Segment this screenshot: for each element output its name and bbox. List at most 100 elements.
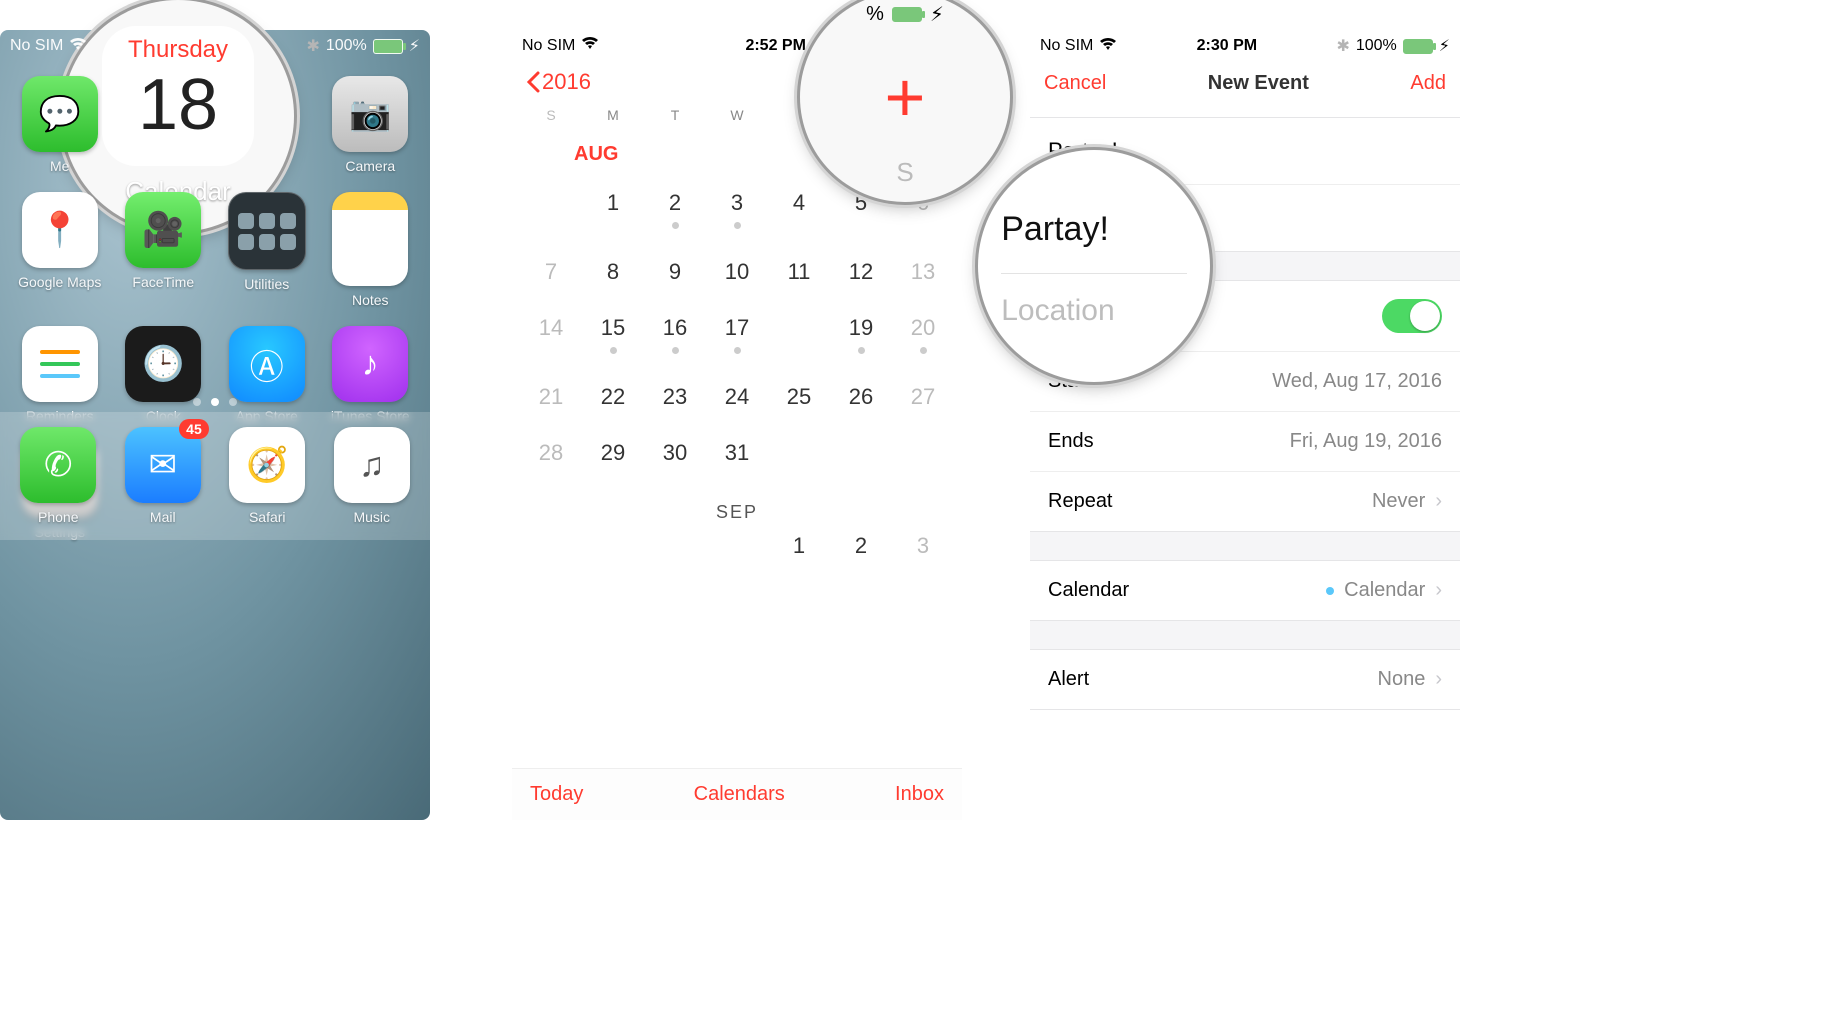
calendar-day xyxy=(768,440,830,466)
calendar-day[interactable]: 16 xyxy=(644,315,706,354)
inbox-button[interactable]: Inbox xyxy=(895,783,944,806)
alert-row[interactable]: AlertNone› xyxy=(1030,650,1460,709)
calendar-day xyxy=(830,440,892,466)
calendar-day xyxy=(892,440,954,466)
new-event-panel: No SIM 2:30 PM ✱100%⚡︎ Cancel New Event … xyxy=(1030,30,1460,820)
allday-toggle[interactable] xyxy=(1382,299,1442,333)
home-screen-panel: No SIM ✱ 100% ⚡︎ 💬Me 📷Camera 📍 xyxy=(0,30,430,820)
dock: ✆Phone ✉︎45Mail 🧭Safari ♫Music xyxy=(0,412,430,540)
calendar-day[interactable]: 19 xyxy=(830,315,892,354)
dow-label: M xyxy=(582,107,644,123)
calendar-day[interactable]: 26 xyxy=(830,384,892,410)
repeat-row[interactable]: RepeatNever› xyxy=(1030,471,1460,531)
phone-icon: ✆ xyxy=(20,427,96,503)
event-dot-icon xyxy=(734,222,741,229)
app-notes[interactable]: Notes xyxy=(325,192,417,308)
calendar-day[interactable]: 10 xyxy=(706,259,768,285)
folder-icon xyxy=(228,192,306,270)
calendar-day[interactable]: 1 xyxy=(768,533,830,559)
dock-mail[interactable]: ✉︎45Mail xyxy=(125,427,201,525)
battery-icon xyxy=(1403,39,1433,54)
dock-safari[interactable]: 🧭Safari xyxy=(229,427,305,525)
back-to-year-button[interactable]: 2016 xyxy=(526,69,591,95)
calendar-day xyxy=(520,533,582,559)
wifi-icon xyxy=(69,37,87,56)
notes-icon xyxy=(332,192,408,286)
calendar-day[interactable]: 27 xyxy=(892,384,954,410)
app-facetime[interactable]: 🎥FaceTime xyxy=(118,192,210,308)
calendar-day[interactable]: 3 xyxy=(706,190,768,229)
calendar-day[interactable]: 17 xyxy=(706,315,768,354)
calendar-day xyxy=(582,533,644,559)
calendar-day[interactable]: 25 xyxy=(768,384,830,410)
carrier-label: No SIM xyxy=(10,37,63,55)
calendar-day[interactable]: 7 xyxy=(520,259,582,285)
calendar-day[interactable]: 8 xyxy=(582,259,644,285)
add-button[interactable]: Add xyxy=(1410,72,1446,95)
event-dot-icon xyxy=(734,347,741,354)
event-dot-icon xyxy=(920,347,927,354)
calendar-day[interactable]: 15 xyxy=(582,315,644,354)
mail-badge: 45 xyxy=(179,419,209,439)
app-appstore[interactable]: ⒶApp Store xyxy=(221,326,313,424)
calendars-button[interactable]: Calendars xyxy=(694,783,785,806)
app-reminders[interactable]: Reminders xyxy=(14,326,106,424)
calendar-day[interactable]: 4 xyxy=(768,190,830,229)
calendar-day[interactable]: 3 xyxy=(892,533,954,559)
today-button[interactable]: Today xyxy=(530,783,583,806)
battery-pct-glyph: % xyxy=(866,3,884,26)
page-dots[interactable] xyxy=(0,398,430,406)
add-event-button[interactable]: + xyxy=(885,62,926,132)
app-itunes[interactable]: ♪iTunes Store xyxy=(325,326,417,424)
calendar-day[interactable]: 18 xyxy=(768,315,830,354)
app-messages[interactable]: 💬Me xyxy=(14,76,106,174)
app-google-maps[interactable]: 📍Google Maps xyxy=(14,192,106,308)
dow-saturday: S xyxy=(896,157,913,188)
calendar-day[interactable]: 2 xyxy=(830,533,892,559)
event-location-zoom[interactable]: Location xyxy=(1001,274,1187,328)
mail-icon: ✉︎45 xyxy=(125,427,201,503)
bluetooth-icon: ✱ xyxy=(306,36,319,56)
dow-label: T xyxy=(644,107,706,123)
calendar-day[interactable]: 20 xyxy=(892,315,954,354)
calendar-day[interactable]: 2 xyxy=(644,190,706,229)
calendar-day[interactable]: 28 xyxy=(520,440,582,466)
ends-row[interactable]: EndsFri, Aug 19, 2016 xyxy=(1030,411,1460,471)
calendar-day[interactable]: 22 xyxy=(582,384,644,410)
month-grid: 1234567891011121314151617181920212223242… xyxy=(512,180,962,476)
dow-label: W xyxy=(706,107,768,123)
status-time: 2:30 PM xyxy=(1197,37,1257,55)
calendar-day[interactable]: 14 xyxy=(520,315,582,354)
app-camera[interactable]: 📷Camera xyxy=(325,76,417,174)
app-clock[interactable]: 🕒Clock xyxy=(118,326,210,424)
calendar-day[interactable]: 21 xyxy=(520,384,582,410)
cancel-button[interactable]: Cancel xyxy=(1044,72,1106,95)
calendar-footer: Today Calendars Inbox xyxy=(512,768,962,820)
dock-music[interactable]: ♫Music xyxy=(334,427,410,525)
calendar-day[interactable]: 31 xyxy=(706,440,768,466)
app-utilities-folder[interactable]: Utilities xyxy=(221,192,313,308)
calendar-day[interactable]: 12 xyxy=(830,259,892,285)
calendar-day[interactable]: 23 xyxy=(644,384,706,410)
dow-label: S xyxy=(520,107,582,123)
status-bar: No SIM 2:30 PM ✱100%⚡︎ xyxy=(1030,30,1460,62)
chevron-right-icon: › xyxy=(1435,579,1442,602)
calendar-day[interactable]: 24 xyxy=(706,384,768,410)
wifi-icon xyxy=(1099,37,1117,56)
calendar-day[interactable]: 1 xyxy=(582,190,644,229)
calendar-day[interactable]: 13 xyxy=(892,259,954,285)
carrier-label: No SIM xyxy=(1040,37,1093,55)
calendar-day xyxy=(706,533,768,559)
calendar-day[interactable]: 9 xyxy=(644,259,706,285)
compass-icon: 🧭 xyxy=(229,427,305,503)
calendar-day[interactable]: 11 xyxy=(768,259,830,285)
wifi-icon xyxy=(581,36,599,55)
event-dot-icon xyxy=(610,347,617,354)
appstore-icon: Ⓐ xyxy=(229,326,305,402)
dock-phone[interactable]: ✆Phone xyxy=(20,427,96,525)
calendar-day[interactable]: 30 xyxy=(644,440,706,466)
chevron-right-icon: › xyxy=(1435,490,1442,513)
event-title-zoom[interactable]: Partay! xyxy=(1001,204,1187,274)
calendar-row[interactable]: CalendarCalendar› xyxy=(1030,561,1460,620)
calendar-day[interactable]: 29 xyxy=(582,440,644,466)
